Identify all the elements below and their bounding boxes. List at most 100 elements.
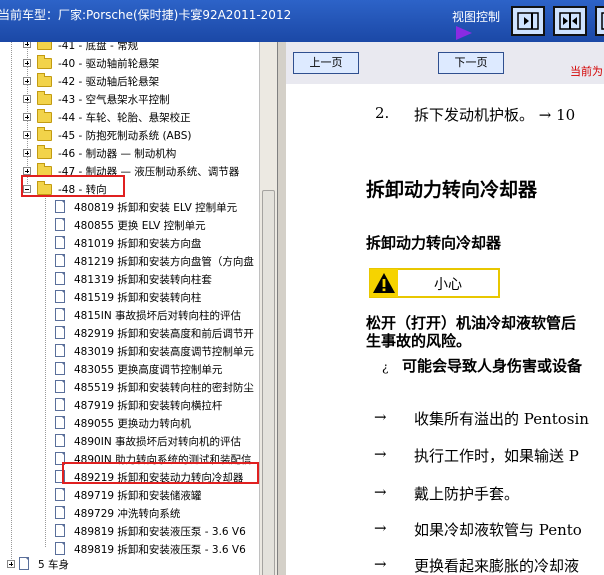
tree-item[interactable]: 487919 拆卸和安装转向横拉杆 <box>0 396 259 414</box>
step-text: 拆下发动机护板。 → 10 <box>414 106 576 124</box>
panel-expand-button[interactable] <box>595 6 604 36</box>
subsection-heading: 拆卸动力转向冷却器 <box>366 234 502 252</box>
tree-group-label: -42 - 驱动轴后轮悬架 <box>58 76 160 88</box>
tree-scrollbar[interactable] <box>259 42 277 575</box>
arrow-bullet-icon: → <box>374 555 387 573</box>
folder-icon <box>37 145 52 159</box>
tree-group-body[interactable]: 5 车身 <box>0 555 259 573</box>
tree-group-partial[interactable]: -41 - 底盘 - 常规 <box>0 42 259 54</box>
panel-split-button[interactable] <box>553 6 587 36</box>
tree-item[interactable]: 489729 冲洗转向系统 <box>0 504 259 522</box>
tree-scrollbar-thumb[interactable] <box>262 190 275 575</box>
arrow-bullet-icon: → <box>374 445 387 463</box>
arrow-bullet-text: 如果冷却液软管与 Pento <box>414 521 582 539</box>
content-panel: 上一页 下一页 当前为 2. 拆下发动机护板。 → 10 拆卸动力转向冷却器 拆… <box>286 42 604 575</box>
panel-right-icon <box>517 12 539 30</box>
document-icon <box>55 344 65 357</box>
document-icon <box>55 362 65 375</box>
arrow-bullet-text: 收集所有溢出的 Pentosin <box>414 410 589 428</box>
tree-item[interactable]: 480855 更换 ELV 控制单元 <box>0 216 259 234</box>
tree-item-label: 480855 更换 ELV 控制单元 <box>74 220 206 232</box>
document-icon <box>55 326 65 339</box>
tree-item-label: 483019 拆卸和安装高度调节控制单元 <box>74 346 254 358</box>
folder-icon <box>37 73 52 87</box>
tree-item[interactable]: 480819 拆卸和安装 ELV 控制单元 <box>0 198 259 216</box>
step-number: 2. <box>375 104 390 122</box>
panel-split-icon <box>559 12 581 30</box>
document-icon <box>55 254 65 267</box>
document-icon <box>55 542 65 555</box>
document-icon <box>55 236 65 249</box>
tree-item[interactable]: 489819 拆卸和安装液压泵 - 3.6 V6 <box>0 522 259 540</box>
tree-group-label: -43 - 空气悬架水平控制 <box>58 94 170 106</box>
folder-icon <box>37 127 52 141</box>
tree-item-label: 481019 拆卸和安装方向盘 <box>74 238 202 250</box>
tree-item[interactable]: 485519 拆卸和安装转向柱的密封防尘 <box>0 378 259 396</box>
tree-item[interactable]: 489719 拆卸和安装储液罐 <box>0 486 259 504</box>
folder-icon <box>37 42 52 50</box>
tree-item[interactable]: 481219 拆卸和安装方向盘管（方向盘 <box>0 252 259 270</box>
tree-item-label: 487919 拆卸和安装转向横拉杆 <box>74 400 223 412</box>
warning-line-2: 生事故的风险。 <box>366 332 472 350</box>
folder-icon <box>37 55 52 69</box>
panel-right-button[interactable] <box>511 6 545 36</box>
tree-item-label: 481219 拆卸和安装方向盘管（方向盘 <box>74 256 254 268</box>
tree-item[interactable]: 483019 拆卸和安装高度调节控制单元 <box>0 342 259 360</box>
document-icon <box>55 434 65 447</box>
tree-item[interactable]: 483055 更换高度调节控制单元 <box>0 360 259 378</box>
tree-item-label: 483055 更换高度调节控制单元 <box>74 364 223 376</box>
document-icon <box>55 272 65 285</box>
tree-group[interactable]: -46 - 制动器 — 制动机构 <box>0 144 259 162</box>
document-icon <box>55 506 65 519</box>
tree-group[interactable]: -45 - 防抱死制动系统 (ABS) <box>0 126 259 144</box>
tree-item-label: 489819 拆卸和安装液压泵 - 3.6 V6 <box>74 526 246 538</box>
arrow-bullet-text: 执行工作时，如果输送 P <box>414 447 579 465</box>
tree-item[interactable]: 481019 拆卸和安装方向盘 <box>0 234 259 252</box>
bullet-text: 可能会导致人身伤害或设备 <box>402 357 583 375</box>
view-control-arrow-icon[interactable] <box>456 26 472 40</box>
tree-item[interactable]: 489055 更换动力转向机 <box>0 414 259 432</box>
arrow-bullet-text: 更换看起来膨胀的冷却液 <box>414 557 580 575</box>
vehicle-title: 当前车型：厂家:Porsche(保时捷)卡宴92A2011-2012 <box>0 8 292 22</box>
tree-group-label: -46 - 制动器 — 制动机构 <box>58 148 177 160</box>
tree-item-label: 485519 拆卸和安装转向柱的密封防尘 <box>74 382 254 394</box>
selected-item-highlight <box>62 462 259 484</box>
tree-item-label: 489729 冲洗转向系统 <box>74 508 181 520</box>
tree-item-label: 482919 拆卸和安装高度和前后调节开 <box>74 328 254 340</box>
tree-item-label: 489719 拆卸和安装储液罐 <box>74 490 202 502</box>
tree-group-label: -40 - 驱动轴前轮悬架 <box>58 58 160 70</box>
tree-item-label: 4890IN 事故损坏后对转向机的评估 <box>74 436 242 448</box>
document-icon <box>55 290 65 303</box>
current-page-label: 当前为 <box>570 65 603 78</box>
folder-icon <box>37 109 52 123</box>
tree-item[interactable]: 482919 拆卸和安装高度和前后调节开 <box>0 324 259 342</box>
tree-group[interactable]: -43 - 空气悬架水平控制 <box>0 90 259 108</box>
document-icon <box>55 416 65 429</box>
tree-item[interactable]: 481519 拆卸和安装转向柱 <box>0 288 259 306</box>
arrow-bullet-icon: → <box>374 483 387 501</box>
arrow-bullet-text: 戴上防护手套。 <box>414 485 520 503</box>
document-icon <box>55 380 65 393</box>
tree-group[interactable]: -40 - 驱动轴前轮悬架 <box>0 54 259 72</box>
document-icon <box>55 218 65 231</box>
tree-item-label: 481519 拆卸和安装转向柱 <box>74 292 202 304</box>
arrow-bullet-icon: → <box>374 519 387 537</box>
page-nav-bar: 上一页 下一页 当前为 <box>286 42 604 84</box>
next-page-button[interactable]: 下一页 <box>438 52 504 74</box>
tree-group[interactable]: -42 - 驱动轴后轮悬架 <box>0 72 259 90</box>
tree-item[interactable]: 481319 拆卸和安装转向柱套 <box>0 270 259 288</box>
caution-label: 小心 <box>434 277 462 293</box>
title-bar: 当前车型：厂家:Porsche(保时捷)卡宴92A2011-2012 视图控制 <box>0 0 604 42</box>
document-icon <box>55 200 65 213</box>
selected-group-highlight <box>21 175 125 197</box>
tree-item[interactable]: 4890IN 事故损坏后对转向机的评估 <box>0 432 259 450</box>
tree-item[interactable]: 4815IN 事故损坏后对转向柱的评估 <box>0 306 259 324</box>
bullet-mark: ¿ <box>382 360 389 374</box>
document-icon <box>55 308 65 321</box>
prev-page-button[interactable]: 上一页 <box>293 52 359 74</box>
tree-panel: -41 - 底盘 - 常规 -40 - 驱动轴前轮悬架 -42 - 驱动轴后轮悬架… <box>0 42 278 575</box>
tree-group-label: -45 - 防抱死制动系统 (ABS) <box>58 130 192 142</box>
tree-item-label: 481319 拆卸和安装转向柱套 <box>74 274 212 286</box>
tree-group-label: -44 - 车轮、轮胎、悬架校正 <box>58 112 191 124</box>
tree-group[interactable]: -44 - 车轮、轮胎、悬架校正 <box>0 108 259 126</box>
